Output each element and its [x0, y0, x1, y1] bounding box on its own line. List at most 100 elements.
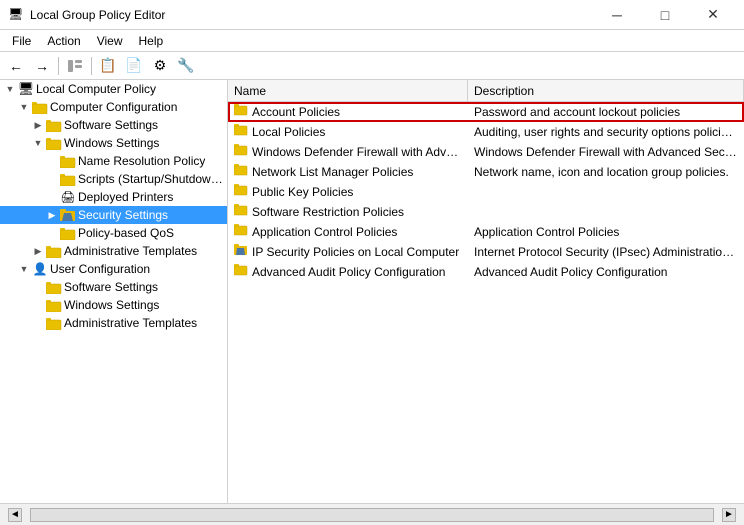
- folder-icon-scripts-startup: [60, 171, 76, 187]
- list-name-text-windows-defender: Windows Defender Firewall with Advanc…: [252, 145, 462, 159]
- expander-windows-settings-user[interactable]: [30, 297, 46, 313]
- tree-item-scripts-startup[interactable]: Scripts (Startup/Shutdow…: [0, 170, 227, 188]
- list-cell-desc-advanced-audit: Advanced Audit Policy Configuration: [468, 262, 744, 281]
- list-name-text-public-key: Public Key Policies: [252, 185, 353, 199]
- tree-item-user-configuration[interactable]: ▼👤User Configuration: [0, 260, 227, 278]
- tree-label-user-configuration: User Configuration: [50, 262, 150, 276]
- row-icon-software-restriction: [234, 204, 248, 219]
- expander-scripts-startup[interactable]: [44, 171, 60, 187]
- horizontal-scrollbar[interactable]: [30, 508, 714, 522]
- tree-item-local-computer-policy[interactable]: ▼🖥Local Computer Policy: [0, 80, 227, 98]
- scroll-left-button[interactable]: ◄: [8, 508, 22, 522]
- status-bar: ◄ ►: [0, 503, 744, 525]
- maximize-button[interactable]: □: [642, 0, 688, 30]
- row-icon-network-list: [234, 164, 248, 179]
- list-name-text-account-policies: Account Policies: [252, 105, 340, 119]
- expander-computer-configuration[interactable]: ▼: [16, 99, 32, 115]
- list-name-text-network-list: Network List Manager Policies: [252, 165, 413, 179]
- expander-software-settings-user[interactable]: [30, 279, 46, 295]
- row-icon-account-policies: [234, 104, 248, 119]
- row-icon-advanced-audit: [234, 264, 248, 279]
- close-button[interactable]: ✕: [690, 0, 736, 30]
- list-panel: Name Description Account Policies Passwor…: [228, 80, 744, 503]
- tree-icon: [67, 58, 83, 74]
- list-row-advanced-audit[interactable]: Advanced Audit Policy ConfigurationAdvan…: [228, 262, 744, 282]
- tree-label-scripts-startup: Scripts (Startup/Shutdow…: [78, 172, 223, 186]
- toolbar-btn-6[interactable]: 🔧: [174, 55, 198, 77]
- tree-item-software-settings-user[interactable]: Software Settings: [0, 278, 227, 296]
- title-bar: 🖥 Local Group Policy Editor ─ □ ✕: [0, 0, 744, 30]
- tree-item-deployed-printers[interactable]: 🖨Deployed Printers: [0, 188, 227, 206]
- list-cell-name-public-key: Public Key Policies: [228, 182, 468, 201]
- title-bar-title: Local Group Policy Editor: [30, 8, 165, 22]
- row-icon-app-control: [234, 224, 248, 239]
- list-row-ip-security[interactable]: IP Security Policies on Local ComputerIn…: [228, 242, 744, 262]
- list-cell-name-network-list: Network List Manager Policies: [228, 162, 468, 181]
- expander-local-computer-policy[interactable]: ▼: [2, 81, 18, 97]
- list-cell-name-app-control: Application Control Policies: [228, 222, 468, 241]
- menu-bar: File Action View Help: [0, 30, 744, 52]
- tree-item-computer-configuration[interactable]: ▼Computer Configuration: [0, 98, 227, 116]
- list-cell-desc-app-control: Application Control Policies: [468, 222, 744, 241]
- list-row-network-list[interactable]: Network List Manager Policies Network nam…: [228, 162, 744, 182]
- folder-icon-deployed-printers: 🖨: [60, 189, 76, 205]
- list-cell-name-account-policies: Account Policies: [228, 102, 468, 121]
- tree-item-security-settings[interactable]: ▶Security Settings: [0, 206, 227, 224]
- back-button[interactable]: ←: [4, 55, 28, 77]
- menu-file[interactable]: File: [4, 32, 39, 50]
- row-icon-public-key: [234, 184, 248, 199]
- toolbar-btn-3[interactable]: 📋: [96, 55, 120, 77]
- tree-item-windows-settings-user[interactable]: Windows Settings: [0, 296, 227, 314]
- folder-icon-computer-configuration: [32, 99, 48, 115]
- expander-policy-based-qos[interactable]: [44, 225, 60, 241]
- list-name-text-software-restriction: Software Restriction Policies: [252, 205, 404, 219]
- menu-view[interactable]: View: [89, 32, 131, 50]
- folder-icon-policy-based-qos: [60, 225, 76, 241]
- list-row-account-policies[interactable]: Account Policies Password and account loc…: [228, 102, 744, 122]
- expander-user-configuration[interactable]: ▼: [16, 261, 32, 277]
- expander-windows-settings[interactable]: ▼: [30, 135, 46, 151]
- expander-security-settings[interactable]: ▶: [44, 207, 60, 223]
- toolbar-btn-4[interactable]: 📄: [122, 55, 146, 77]
- tree-item-admin-templates-user[interactable]: Administrative Templates: [0, 314, 227, 332]
- row-icon-windows-defender: [234, 144, 248, 159]
- menu-action[interactable]: Action: [39, 32, 88, 50]
- menu-help[interactable]: Help: [131, 32, 172, 50]
- tree-label-windows-settings-user: Windows Settings: [64, 298, 159, 312]
- tree-item-admin-templates-comp[interactable]: ▶Administrative Templates: [0, 242, 227, 260]
- row-icon-local-policies: [234, 124, 248, 139]
- minimize-button[interactable]: ─: [594, 0, 640, 30]
- folder-icon-admin-templates-user: [46, 315, 62, 331]
- tree-item-software-settings-comp[interactable]: ▶Software Settings: [0, 116, 227, 134]
- column-header-description[interactable]: Description: [468, 80, 744, 101]
- toolbar-btn-5[interactable]: ⚙: [148, 55, 172, 77]
- list-cell-name-windows-defender: Windows Defender Firewall with Advanc…: [228, 142, 468, 161]
- forward-button[interactable]: →: [30, 55, 54, 77]
- folder-icon-local-computer-policy: 🖥: [18, 81, 34, 97]
- tree-item-windows-settings[interactable]: ▼Windows Settings: [0, 134, 227, 152]
- list-row-local-policies[interactable]: Local PoliciesAuditing, user rights and …: [228, 122, 744, 142]
- expander-admin-templates-user[interactable]: [30, 315, 46, 331]
- expander-name-resolution-policy[interactable]: [44, 153, 60, 169]
- list-cell-name-software-restriction: Software Restriction Policies: [228, 202, 468, 221]
- expander-admin-templates-comp[interactable]: ▶: [30, 243, 46, 259]
- list-header: Name Description: [228, 80, 744, 102]
- list-row-app-control[interactable]: Application Control PoliciesApplication …: [228, 222, 744, 242]
- expander-deployed-printers[interactable]: [44, 189, 60, 205]
- list-row-windows-defender[interactable]: Windows Defender Firewall with Advanc…Wi…: [228, 142, 744, 162]
- main-content: ▼🖥Local Computer Policy▼Computer Configu…: [0, 80, 744, 503]
- list-cell-name-local-policies: Local Policies: [228, 122, 468, 141]
- expander-software-settings-comp[interactable]: ▶: [30, 117, 46, 133]
- list-row-software-restriction[interactable]: Software Restriction Policies: [228, 202, 744, 222]
- tree-label-policy-based-qos: Policy-based QoS: [78, 226, 174, 240]
- tree-panel: ▼🖥Local Computer Policy▼Computer Configu…: [0, 80, 228, 503]
- tree-item-policy-based-qos[interactable]: Policy-based QoS: [0, 224, 227, 242]
- tree-item-name-resolution-policy[interactable]: Name Resolution Policy: [0, 152, 227, 170]
- tree-label-local-computer-policy: Local Computer Policy: [36, 82, 156, 96]
- column-header-name[interactable]: Name: [228, 80, 468, 101]
- list-row-public-key[interactable]: Public Key Policies: [228, 182, 744, 202]
- list-cell-desc-network-list: Network name, icon and location group po…: [468, 162, 744, 181]
- show-hide-tree-button[interactable]: [63, 55, 87, 77]
- list-cell-desc-account-policies: Password and account lockout policies: [468, 102, 744, 121]
- scroll-right-button[interactable]: ►: [722, 508, 736, 522]
